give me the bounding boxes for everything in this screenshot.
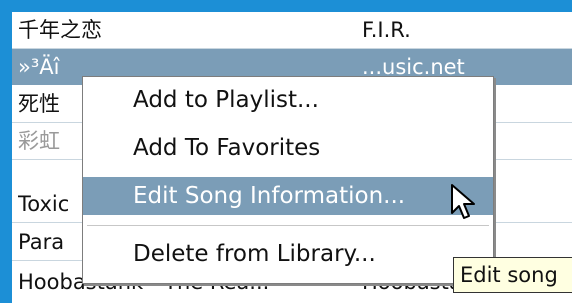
menu-separator xyxy=(87,225,489,226)
menu-item-label: Add To Favorites xyxy=(133,135,321,161)
menu-item-edit-song-information[interactable]: Edit Song Information... xyxy=(83,177,493,215)
menu-item-delete-from-library[interactable]: Delete from Library... xyxy=(83,235,493,273)
tooltip-text: Edit song xyxy=(460,263,558,287)
song-artist: F.I.R. xyxy=(362,18,411,42)
menu-item-label: Delete from Library... xyxy=(133,241,376,267)
song-title: 千年之恋 xyxy=(18,18,102,42)
menu-item-add-to-playlist[interactable]: Add to Playlist... xyxy=(83,81,493,119)
tooltip: Edit song xyxy=(453,257,572,293)
song-row[interactable]: 千年之恋 F.I.R. xyxy=(12,12,572,48)
menu-item-add-to-favorites[interactable]: Add To Favorites xyxy=(83,129,493,167)
arrow-cursor-icon xyxy=(451,184,475,219)
menu-item-label: Add to Playlist... xyxy=(133,87,319,113)
context-menu: Add to Playlist... Add To Favorites Edit… xyxy=(82,76,494,284)
menu-item-label: Edit Song Information... xyxy=(133,183,406,209)
